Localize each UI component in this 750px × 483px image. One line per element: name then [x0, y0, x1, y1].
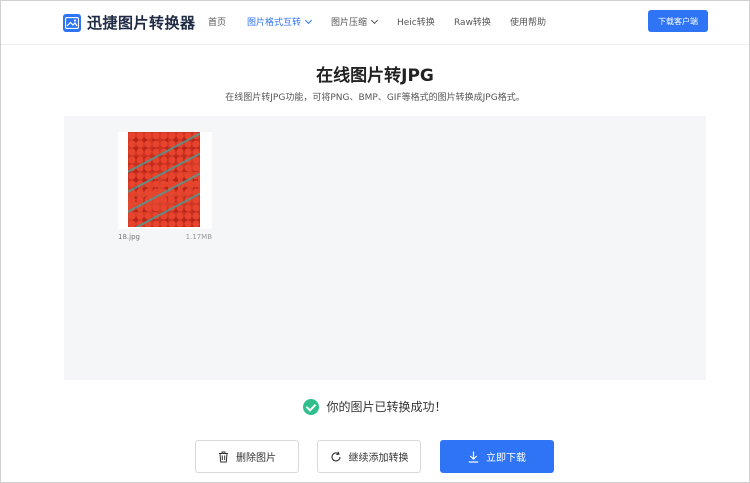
top-header: 迅捷图片转换器 首页 图片格式互转 图片压缩 Heic转换 Raw转换 使用帮助…	[1, 1, 749, 45]
page-subtitle: 在线图片转JPG功能，可将PNG、BMP、GIF等格式的图片转换成JPG格式。	[225, 93, 525, 103]
nav-label: 图片压缩	[331, 18, 368, 28]
file-card[interactable]: 18.jpg 1.17MB	[118, 132, 212, 241]
logo[interactable]: 迅捷图片转换器	[63, 12, 196, 33]
chevron-down-icon	[370, 16, 379, 24]
nav-item-format-convert[interactable]: 图片格式互转	[247, 15, 313, 28]
download-now-button[interactable]: 立即下载	[440, 440, 554, 473]
nav-item-compress[interactable]: 图片压缩	[331, 15, 379, 28]
download-label: 立即下载	[486, 453, 526, 464]
nav-item-heic[interactable]: Heic转换	[397, 15, 435, 28]
thumbnail-frame	[118, 132, 212, 229]
nav-item-home[interactable]: 首页	[208, 15, 226, 28]
page-title: 在线图片转JPG	[316, 66, 434, 86]
nav-item-help[interactable]: 使用帮助	[510, 15, 546, 28]
refresh-icon	[330, 451, 342, 463]
nav-label: 使用帮助	[510, 18, 547, 28]
success-message: 你的图片已转换成功！	[0, 398, 750, 415]
chevron-down-icon	[304, 16, 313, 24]
file-preview-area: 18.jpg 1.17MB	[64, 116, 706, 380]
image-logo-icon	[63, 13, 81, 32]
trash-icon	[218, 451, 229, 463]
nav-label: 首页	[208, 18, 227, 28]
file-name: 18.jpg	[118, 233, 140, 241]
success-text: 你的图片已转换成功！	[326, 400, 447, 414]
continue-label: 继续添加转换	[348, 453, 409, 464]
delete-label: 删除图片	[236, 453, 276, 464]
delete-image-button[interactable]: 删除图片	[195, 440, 299, 473]
check-circle-icon	[303, 398, 320, 415]
nav-label: Raw转换	[454, 18, 491, 28]
nav-label: 图片格式互转	[247, 18, 302, 28]
nav-label: Heic转换	[397, 18, 435, 28]
continue-add-button[interactable]: 继续添加转换	[317, 440, 421, 473]
file-meta: 18.jpg 1.17MB	[118, 233, 212, 241]
image-thumbnail	[128, 132, 200, 227]
download-client-button[interactable]: 下载客户端	[648, 10, 708, 32]
logo-text: 迅捷图片转换器	[87, 14, 196, 32]
download-icon	[468, 451, 479, 463]
nav-item-raw[interactable]: Raw转换	[454, 15, 491, 28]
file-size: 1.17MB	[185, 233, 212, 241]
